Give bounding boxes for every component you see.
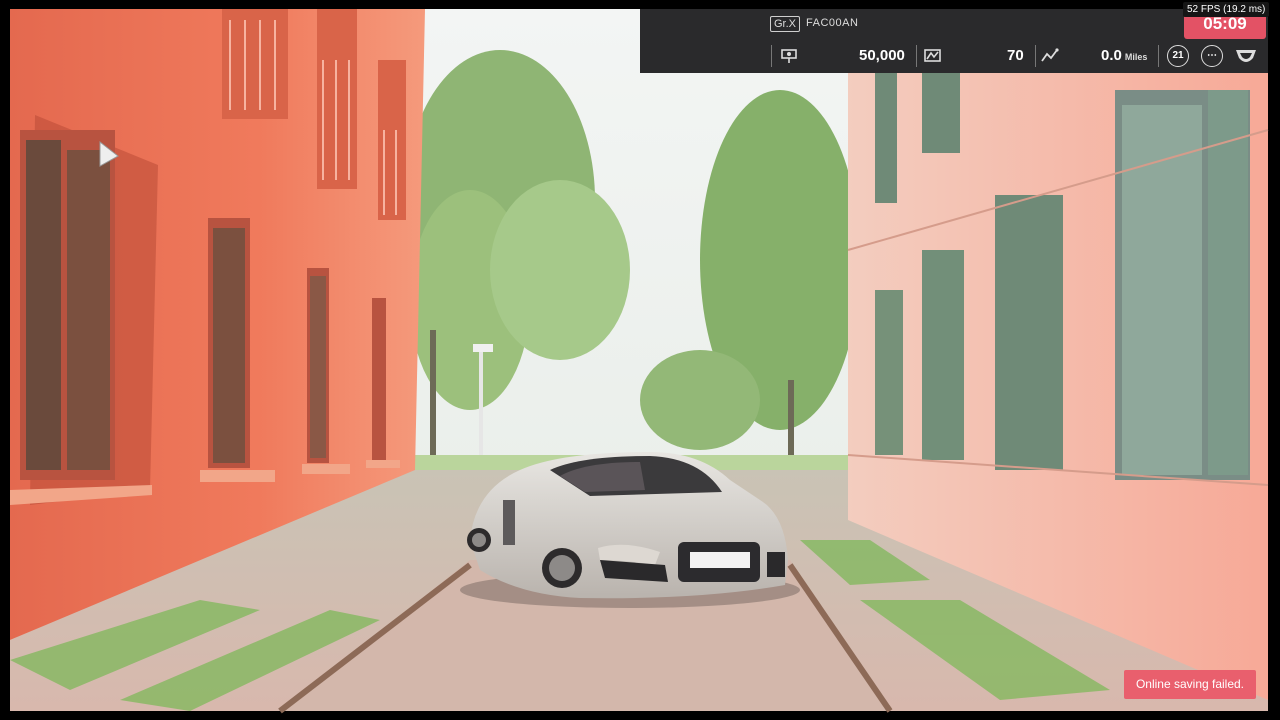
credits-icon: [780, 46, 800, 66]
distance-value: 0.0: [1101, 47, 1122, 64]
distance-readout: 0.0 Miles: [1101, 47, 1147, 64]
hud-top-row: Gr.X FAC00AN 05:09: [640, 9, 1268, 39]
distance-icon: [1040, 46, 1060, 66]
toast-notification: Online saving failed.: [1124, 670, 1256, 699]
credits-value: 50,000: [859, 47, 905, 64]
menu-icon[interactable]: ⋯: [1201, 45, 1223, 67]
game-scene: [10, 9, 1269, 714]
fps-counter: 52 FPS (19.2 ms): [1183, 2, 1270, 17]
level-icon: [923, 46, 943, 66]
plate-label: FAC00AN: [806, 17, 859, 29]
emblem-icon[interactable]: [1234, 46, 1256, 66]
grade-badge: Gr.X: [770, 16, 801, 32]
divider: [916, 45, 917, 67]
hud-stats-row: 50,000 70 0.0 Miles 21 ⋯: [640, 43, 1268, 69]
divider: [1035, 45, 1036, 67]
rank-icon[interactable]: 21: [1167, 45, 1189, 67]
hud-panel: Gr.X FAC00AN 05:09 50,000 70 0.0 Miles 21…: [640, 9, 1268, 73]
distance-unit: Miles: [1124, 52, 1148, 62]
divider: [1158, 45, 1159, 67]
level-value: 70: [1007, 47, 1024, 64]
divider: [771, 45, 772, 67]
